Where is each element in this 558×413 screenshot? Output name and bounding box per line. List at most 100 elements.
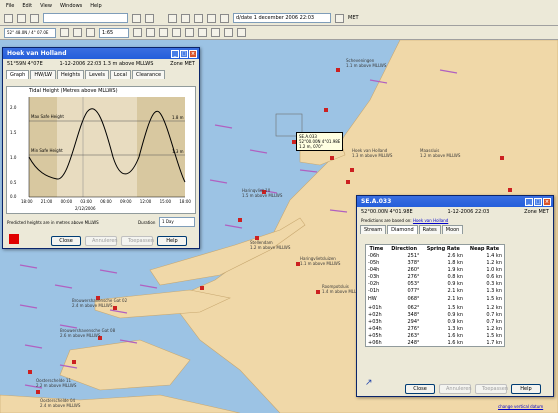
find-icon[interactable] — [132, 13, 141, 23]
pan-icon[interactable] — [73, 28, 82, 37]
stream-help-button[interactable]: Help — [511, 384, 541, 394]
col-spring: Spring Rate — [426, 245, 460, 252]
play-icon[interactable] — [207, 13, 216, 23]
table-cell: -04h — [368, 266, 380, 273]
map-label-haringvlietsluizen[interactable]: Haringvlietsluizen 1.1 m above MLLWS — [300, 256, 340, 266]
tide-apply-button[interactable]: Toepassen — [121, 236, 154, 246]
table-cell: 1.9 kn — [447, 266, 464, 273]
tide-footer-note: Predicted heights are in metres above ML… — [7, 220, 99, 225]
stream-zone: Zone MET — [524, 209, 549, 215]
tide-animate-button[interactable]: Annuleren — [85, 236, 118, 246]
tab-moon[interactable]: Moon — [441, 225, 464, 234]
tab-local[interactable]: Local — [109, 70, 131, 79]
based-on-link[interactable]: Hoek van Holland — [413, 218, 448, 223]
table-cell: -05h — [368, 259, 380, 266]
menu-view[interactable]: View — [40, 3, 52, 9]
layers-icon[interactable] — [159, 28, 168, 37]
waypoint-icon[interactable] — [86, 28, 95, 37]
tab-graph[interactable]: Graph — [6, 70, 30, 79]
pin-icon[interactable] — [30, 13, 39, 23]
table-cell: 348° — [407, 311, 420, 318]
tide-zone: Zone MET — [170, 61, 195, 67]
map-label-bg08[interactable]: Brouwershavensche Gat 08 2.6 m above MLLW… — [60, 328, 115, 338]
open-icon[interactable] — [4, 13, 13, 23]
back-icon[interactable] — [185, 28, 194, 37]
stream-apply-button[interactable]: Toepassen — [475, 384, 508, 394]
map-label-os04[interactable]: Oosterschelde 04 2.4 m above MLLWS — [40, 398, 80, 408]
datetime-field[interactable]: d/date 1 december 2006 22:03 — [233, 13, 331, 23]
zoom-in-icon[interactable] — [133, 28, 142, 37]
map-label-os11[interactable]: Oosterschelde 11 2.2 m above MLLWS — [36, 378, 76, 388]
map-label-haringvliet[interactable]: Harinqvliet 10 1.5 m above MLLWS — [242, 188, 282, 198]
location-field[interactable]: 52° 48.0N / 4° 07.0E — [4, 27, 56, 38]
night-shade-left — [29, 97, 57, 197]
tide-window-titlebar[interactable]: Hoek van Holland _ □ × — [3, 48, 199, 59]
main-toolbar: d/date 1 december 2006 22:03 MET — [0, 11, 558, 26]
map-label-scheveningen[interactable]: Scheveningen 1.1 m above MLLWS — [346, 58, 386, 68]
cursor-icon[interactable] — [60, 28, 69, 37]
map-label-stellendam[interactable]: Stellendam 1.2 m above MLLWS — [250, 240, 290, 250]
tab-hwlw[interactable]: HW/LW — [30, 70, 57, 79]
print-icon[interactable] — [17, 13, 26, 23]
table-cell: -01h — [368, 287, 380, 294]
datetime-dropdown-icon[interactable] — [335, 13, 344, 23]
fast-forward-icon[interactable] — [220, 13, 229, 23]
tide-close-button[interactable]: Close — [51, 236, 81, 246]
table-cell: 068° — [407, 296, 420, 302]
table-row: -03h 276° 0.8 kn 0.6 kn — [366, 273, 504, 280]
close-icon[interactable]: × — [189, 49, 197, 58]
table-row: -02h 053° 0.9 kn 0.3 kn — [366, 280, 504, 287]
table-cell: +02h — [368, 311, 382, 318]
change-vertical-datum-link[interactable]: change vertical datum — [498, 404, 543, 409]
stream-window-title: SE.A.033 — [361, 198, 392, 205]
table-cell: 077° — [407, 287, 420, 294]
map-label-maassluis[interactable]: Maassluis 1.2 m above MLLWS — [420, 148, 460, 158]
table-row: -06h 251° 2.6 kn 1.4 kn — [366, 252, 504, 259]
menu-help[interactable]: Help — [90, 3, 101, 9]
duration-select[interactable]: 1 Day — [159, 217, 195, 227]
table-cell: 0.7 kn — [486, 311, 502, 318]
menu-windows[interactable]: Windows — [60, 3, 82, 9]
menu-edit[interactable]: Edit — [22, 3, 32, 9]
tab-heights[interactable]: Heights — [57, 70, 85, 79]
measure-icon[interactable] — [145, 13, 154, 23]
table-row: +04h 276° 1.3 kn 1.2 kn — [366, 325, 504, 332]
maximize-icon[interactable]: □ — [180, 49, 188, 58]
stream-datetime: 1-12-2006 22:03 — [447, 209, 490, 215]
zoom-field[interactable]: 1:65 — [99, 27, 129, 38]
table-cell: 1.5 kn — [486, 332, 502, 339]
resize-grip-icon[interactable]: ↗ — [365, 378, 373, 388]
search-input[interactable] — [43, 13, 128, 23]
tab-clearance[interactable]: Clearance — [131, 70, 166, 79]
tab-levels[interactable]: Levels — [85, 70, 109, 79]
stream-close-button[interactable]: Close — [405, 384, 435, 394]
globe-icon[interactable] — [172, 28, 181, 37]
minimize-icon[interactable]: _ — [171, 49, 179, 58]
maximize-icon[interactable]: □ — [534, 197, 542, 206]
rewind-icon[interactable] — [168, 13, 177, 23]
table-cell: 2.6 kn — [447, 252, 464, 259]
forward-icon[interactable] — [198, 28, 207, 37]
stream-animate-button[interactable]: Annuleren — [439, 384, 472, 394]
tab-diamond[interactable]: Diamond — [387, 225, 418, 234]
tab-stream[interactable]: Stream — [360, 225, 387, 234]
tide-help-button[interactable]: Help — [157, 236, 187, 246]
map-label-bg02[interactable]: Brouwershavensche Gat 02 2.4 m above MLLW… — [72, 298, 127, 308]
stream-window-titlebar[interactable]: SE.A.033 _ □ × — [357, 196, 553, 207]
table-cell: 251° — [407, 252, 420, 259]
menu-file[interactable]: File — [6, 3, 14, 9]
list-icon[interactable] — [237, 28, 246, 37]
table-cell: 1.6 kn — [447, 332, 464, 339]
zoom-out-icon[interactable] — [146, 28, 155, 37]
minimize-icon[interactable]: _ — [525, 197, 533, 206]
now-icon[interactable] — [194, 13, 203, 23]
zoom-tool-icon[interactable] — [211, 28, 220, 37]
close-icon[interactable]: × — [543, 197, 551, 206]
step-back-icon[interactable] — [181, 13, 190, 23]
table-cell: 0.9 kn — [447, 311, 464, 318]
map-label-hoek[interactable]: Hoek van Holland 1.3 m above MLLWS — [352, 148, 392, 158]
search-map-icon[interactable] — [224, 28, 233, 37]
tab-rates[interactable]: Rates — [418, 225, 441, 234]
table-row: -04h 260° 1.9 kn 1.0 kn — [366, 266, 504, 273]
date-label: 2/12/2006 — [75, 206, 96, 211]
